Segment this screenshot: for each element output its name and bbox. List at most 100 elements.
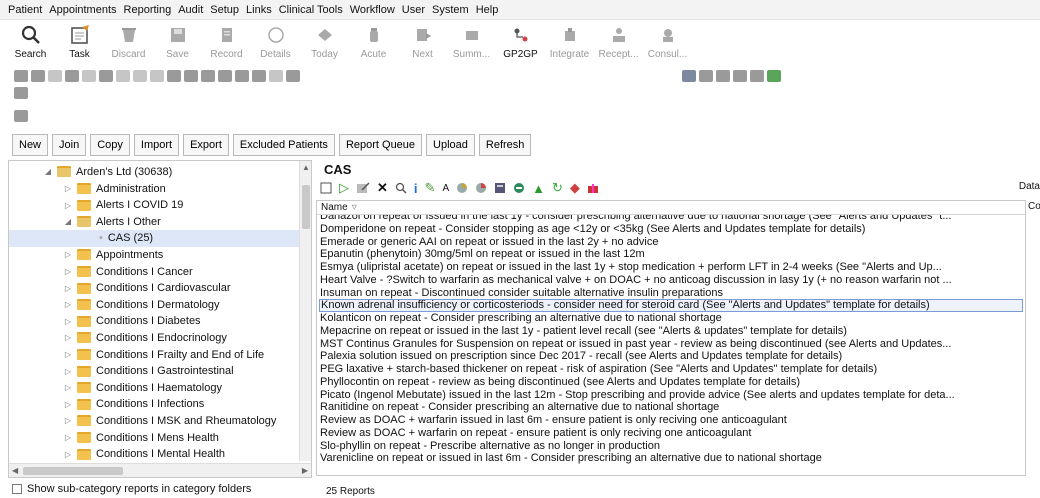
calendar-small-icon[interactable] (699, 70, 713, 82)
export-button[interactable]: Export (183, 134, 229, 156)
info-icon[interactable]: i (414, 181, 418, 196)
upload-arrow-icon[interactable]: ▲ (532, 181, 545, 196)
menu-user[interactable]: User (402, 4, 425, 16)
tree-item[interactable]: ▷ Conditions I MSK and Rheumatology (63, 412, 311, 429)
collapsed-arrow-icon[interactable]: ▷ (63, 350, 73, 359)
scroll-left-icon[interactable]: ◀ (12, 466, 18, 475)
collapsed-arrow-icon[interactable]: ▷ (63, 450, 73, 459)
details-button[interactable]: Details (251, 23, 300, 60)
report-row[interactable]: Review as DOAC + warfarin issued in last… (319, 414, 1023, 427)
tree-item[interactable]: ▷ Conditions I Mental Health (63, 446, 311, 463)
scroll-thumb[interactable] (302, 185, 310, 229)
report-row[interactable]: Palexia solution issued on prescription … (319, 350, 1023, 363)
report-row[interactable]: Domperidone on repeat - Consider stoppin… (319, 223, 1023, 236)
report-row[interactable]: Ranitidine on repeat - Consider prescrib… (319, 401, 1023, 414)
report-row[interactable]: Heart Valve - ?Switch to warfarin as mec… (319, 274, 1023, 287)
summary-button[interactable]: Summ... (447, 23, 496, 60)
run-icon[interactable]: ▷ (339, 180, 349, 196)
graph-small-icon[interactable] (133, 70, 147, 82)
report-queue-button[interactable]: Report Queue (338, 134, 423, 156)
collapsed-arrow-icon[interactable]: ▷ (63, 201, 73, 210)
discard-button[interactable]: Discard (104, 23, 153, 60)
report-row[interactable]: Slo-phyllin on repeat - Prescribe altern… (319, 440, 1023, 453)
collapsed-arrow-icon[interactable]: ▷ (63, 250, 73, 259)
co-column-header[interactable]: Co (1028, 201, 1040, 212)
chart-pie-icon[interactable] (456, 182, 468, 194)
gift-icon[interactable] (587, 182, 599, 194)
green-box-icon[interactable] (767, 70, 781, 82)
tree-item[interactable]: ▷ Conditions I Cancer (63, 263, 311, 280)
collapsed-arrow-icon[interactable]: ▷ (63, 367, 73, 376)
tree-item[interactable]: ▷ Conditions I Gastrointestinal (63, 363, 311, 380)
name-column-header[interactable]: Name (321, 202, 348, 213)
report-row[interactable]: Insuman on repeat - Discontinued conside… (319, 287, 1023, 300)
report-row[interactable]: Kolanticon on repeat - Consider prescrib… (319, 312, 1023, 325)
menu-appointments[interactable]: Appointments (49, 4, 116, 16)
sort-icon[interactable]: ▿ (352, 202, 357, 213)
today-button[interactable]: Today (300, 23, 349, 60)
record-button[interactable]: Record (202, 23, 251, 60)
integrate-button[interactable]: Integrate (545, 23, 594, 60)
collapsed-arrow-icon[interactable]: ▷ (63, 333, 73, 342)
report-row[interactable]: Emerade or generic AAI on repeat or issu… (319, 236, 1023, 249)
edit-icon[interactable] (356, 182, 370, 194)
collapsed-arrow-icon[interactable]: ▷ (63, 317, 73, 326)
acute-button[interactable]: Acute (349, 23, 398, 60)
pin-small-icon[interactable] (184, 70, 198, 82)
tree-item[interactable]: ▷ Conditions I Mens Health (63, 429, 311, 446)
report-row[interactable]: Picato (Ingenol Mebutate) issued in the … (319, 389, 1023, 402)
funnel-small-icon[interactable] (201, 70, 215, 82)
refresh-button[interactable]: Refresh (478, 134, 532, 156)
arrow-small-icon[interactable] (269, 70, 283, 82)
tree-item[interactable]: ▷ Conditions I Dermatology (63, 296, 311, 313)
menu-system[interactable]: System (432, 4, 469, 16)
show-sub-category-checkbox[interactable] (12, 484, 22, 494)
globe-small-icon[interactable] (733, 70, 747, 82)
search-button[interactable]: Search (6, 23, 55, 60)
tree-item[interactable]: ▷ Conditions I Cardiovascular (63, 280, 311, 297)
excluded-patients-button[interactable]: Excluded Patients (232, 134, 335, 156)
pen-small-icon[interactable] (48, 70, 62, 82)
select-box-icon[interactable] (320, 182, 332, 194)
collapsed-arrow-icon[interactable]: ▷ (63, 267, 73, 276)
scroll-right-icon[interactable]: ▶ (302, 466, 308, 475)
tree-item[interactable]: • CAS (25) (9, 229, 299, 247)
join-button[interactable]: Join (52, 134, 87, 156)
report-row[interactable]: Epanutin (phenytoin) 30mg/5ml on repeat … (319, 248, 1023, 261)
menu-setup[interactable]: Setup (210, 4, 239, 16)
collapsed-arrow-icon[interactable]: ▷ (63, 300, 73, 309)
expanded-arrow-icon[interactable]: ◢ (43, 167, 53, 176)
delete-icon[interactable]: ✕ (377, 180, 388, 196)
menu-workflow[interactable]: Workflow (350, 4, 395, 16)
bar-chart-small-icon[interactable] (682, 70, 696, 82)
collapsed-arrow-icon[interactable]: ▷ (63, 433, 73, 442)
tree-item[interactable]: ▷ Alerts I COVID 19 (63, 197, 311, 214)
lab-small-icon[interactable] (65, 70, 79, 82)
tree-item[interactable]: ▷ Administration (63, 180, 311, 197)
pencil-icon[interactable]: ✎ (425, 180, 436, 196)
new-button[interactable]: New (12, 134, 49, 156)
tree-vertical-scrollbar[interactable]: ▲ (299, 161, 311, 461)
bp-small-icon[interactable] (150, 70, 164, 82)
menu-clinical-tools[interactable]: Clinical Tools (279, 4, 343, 16)
menu-links[interactable]: Links (246, 4, 272, 16)
tree-item[interactable]: ▷ Conditions I Haematology (63, 379, 311, 396)
consultation-button[interactable]: Consul... (643, 23, 692, 60)
reception-button[interactable]: Recept... (594, 23, 643, 60)
folder-small-icon[interactable] (218, 70, 232, 82)
collapsed-arrow-icon[interactable]: ▷ (63, 400, 73, 409)
collapsed-arrow-icon[interactable]: ▷ (63, 284, 73, 293)
scroll-up-icon[interactable]: ▲ (302, 163, 310, 172)
show-sub-category-option[interactable]: Show sub-category reports in category fo… (12, 483, 251, 495)
check-small-icon[interactable] (116, 70, 130, 82)
people-small-icon[interactable] (252, 70, 266, 82)
filter-small-icon[interactable] (99, 70, 113, 82)
menu-audit[interactable]: Audit (178, 4, 203, 16)
report-list-icon[interactable] (494, 182, 506, 194)
expanded-arrow-icon[interactable]: ◢ (63, 217, 73, 226)
medication-small-icon[interactable] (31, 70, 45, 82)
scroll-thumb[interactable] (23, 467, 123, 475)
gp2gp-button[interactable]: GP2GP (496, 23, 545, 60)
import-arrow-icon[interactable]: ◆ (570, 180, 580, 196)
tree-item[interactable]: ▷ Appointments (63, 246, 311, 263)
